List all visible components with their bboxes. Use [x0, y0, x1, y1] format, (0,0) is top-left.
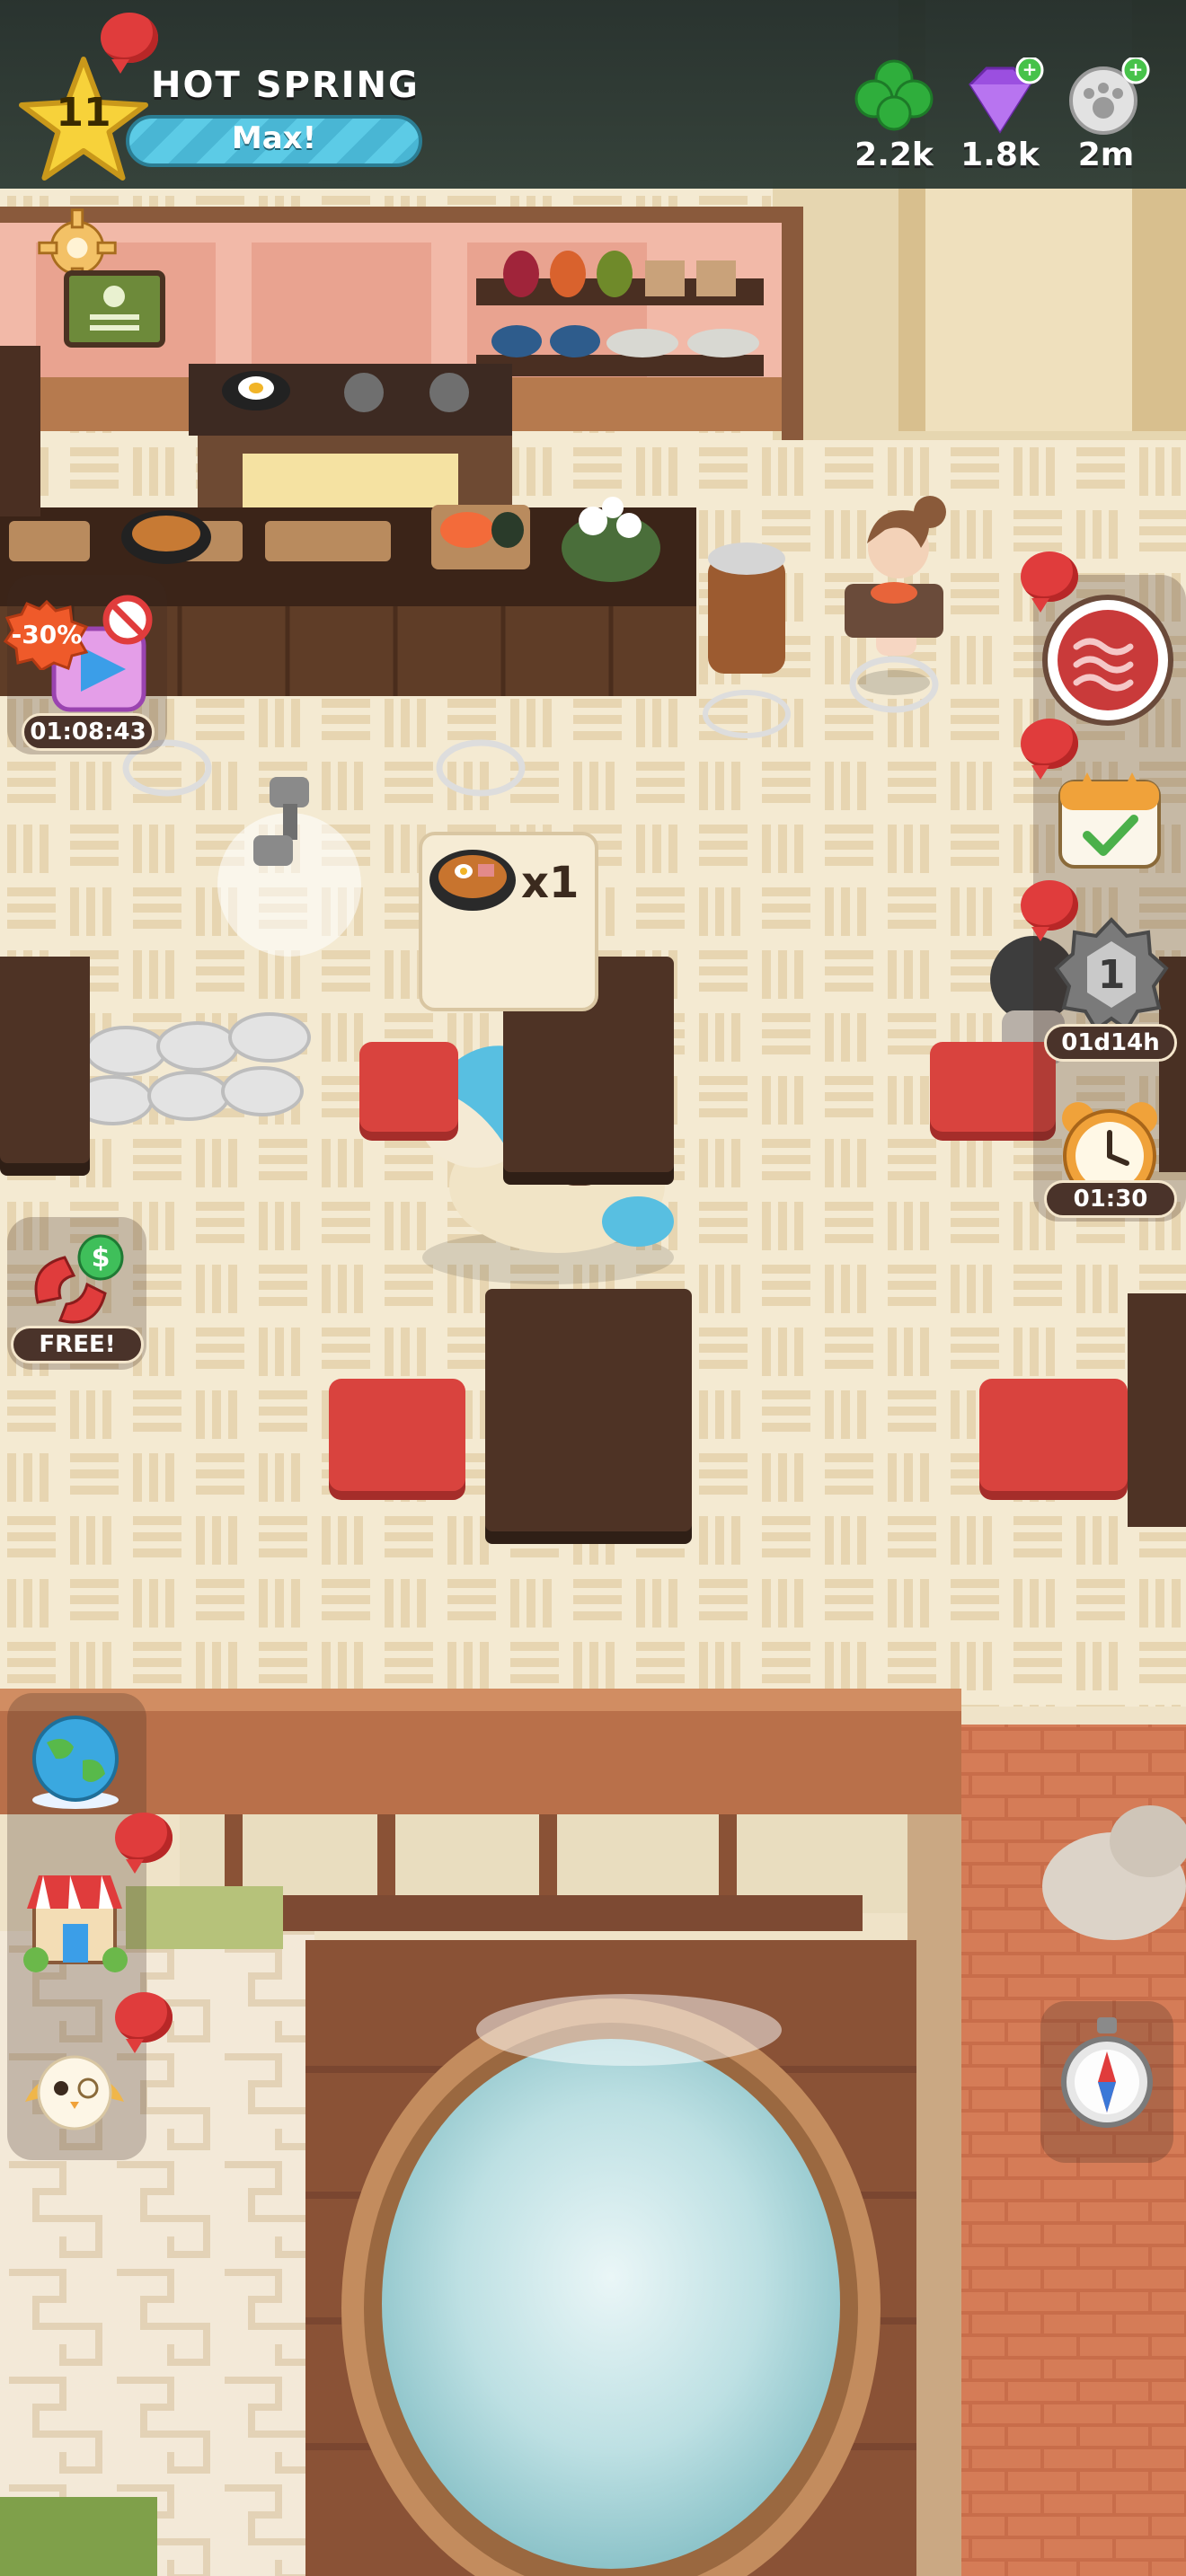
- world-map-icon[interactable]: [20, 1707, 132, 1814]
- magnet-free-label: FREE!: [11, 1326, 144, 1363]
- rank-badge-level: 1: [1097, 952, 1126, 998]
- paw-coin-value: 2m: [1077, 137, 1135, 173]
- shop-notification-icon: [115, 1813, 173, 1874]
- currency-gem[interactable]: + 1.8k: [951, 56, 1049, 173]
- discount-badge-label: -30%: [11, 620, 83, 649]
- cushion-3[interactable]: [329, 1379, 465, 1491]
- currency-paw-coin[interactable]: + 2m: [1057, 56, 1155, 173]
- svg-text:$: $: [92, 1242, 111, 1274]
- table-center-bottom[interactable]: [485, 1289, 692, 1531]
- daily-checkin-calendar-icon[interactable]: [1051, 754, 1168, 880]
- svg-text:+: +: [1022, 58, 1038, 80]
- svg-text:+: +: [1128, 58, 1144, 80]
- sale-timer: 01:08:43: [22, 713, 155, 751]
- hot-spring-event-icon[interactable]: [1040, 593, 1175, 728]
- clover-icon: [854, 59, 934, 131]
- table-left[interactable]: [0, 957, 90, 1163]
- order-quantity: x1: [521, 858, 580, 908]
- area-progress-label: Max!: [231, 120, 317, 156]
- rank-badge-timer: 01d14h: [1044, 1024, 1177, 1062]
- mascot-notification-icon: [115, 1992, 173, 2053]
- currency-clover[interactable]: 2.2k: [845, 57, 943, 173]
- cushion-4[interactable]: [979, 1379, 1128, 1491]
- chick-mascot-icon[interactable]: [16, 2039, 133, 2147]
- alarm-clock-timer: 01:30: [1044, 1180, 1177, 1218]
- shop-icon[interactable]: [16, 1859, 133, 1976]
- menu-board-icon[interactable]: [63, 269, 166, 350]
- clover-value: 2.2k: [854, 137, 934, 173]
- waitress-character: [845, 496, 946, 695]
- magnet-icon[interactable]: $: [20, 1231, 137, 1329]
- paw-coin-icon: +: [1069, 56, 1150, 135]
- gem-icon: +: [969, 56, 1044, 134]
- cushion-1[interactable]: [359, 1042, 458, 1132]
- area-title: HOT SPRING: [151, 65, 420, 106]
- level-notification-icon: [101, 13, 158, 74]
- gem-value: 1.8k: [960, 137, 1040, 173]
- compass-icon[interactable]: [1056, 2012, 1159, 2138]
- ramen-bowl-icon: [429, 850, 516, 911]
